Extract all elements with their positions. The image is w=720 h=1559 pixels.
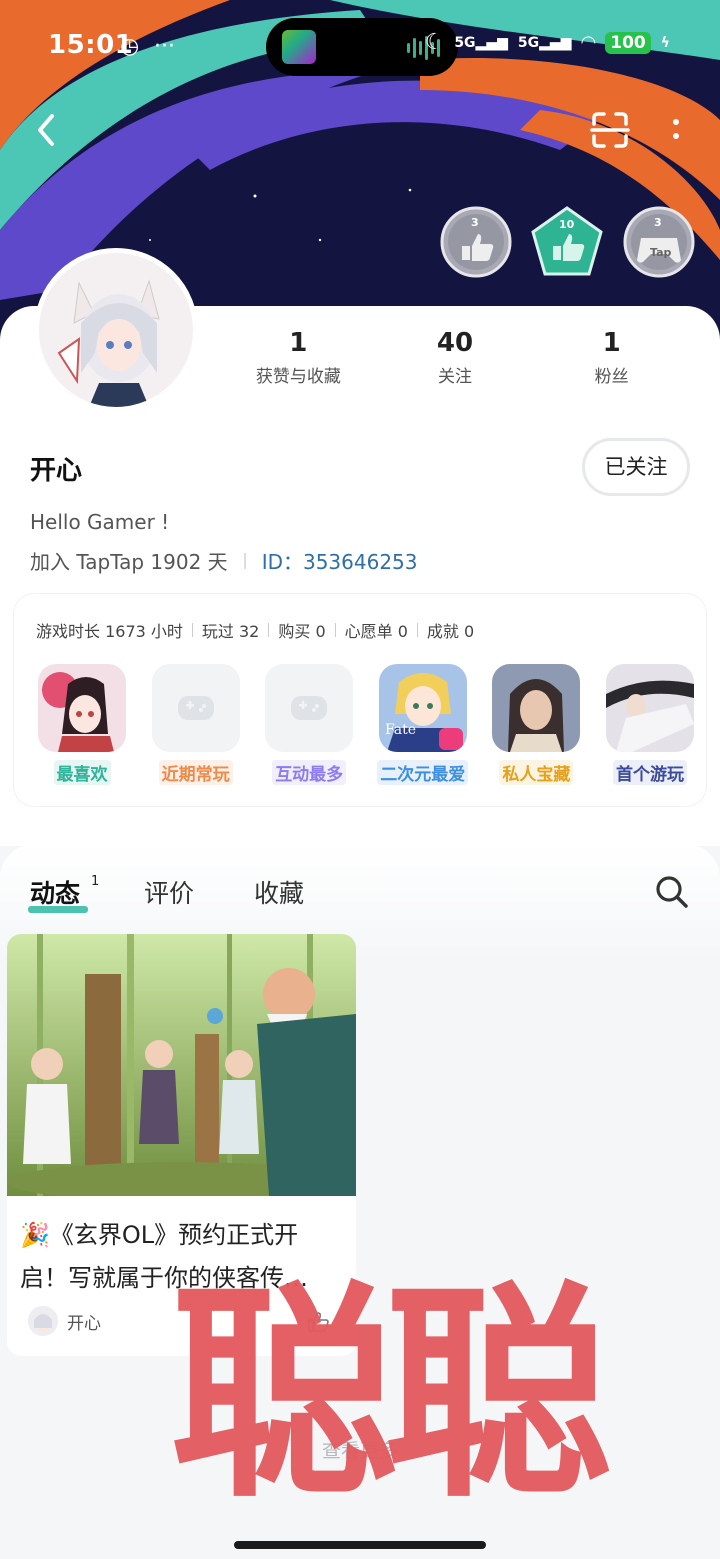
back-button[interactable]: [30, 110, 66, 150]
achievement-badge-2[interactable]: 10: [531, 206, 603, 278]
game-anime-favorite[interactable]: Fate 二次元最爱: [377, 664, 469, 785]
purchased-count[interactable]: 购买 0: [278, 618, 325, 642]
profile-bio: Hello Gamer !: [30, 510, 170, 534]
scan-button[interactable]: [590, 110, 630, 150]
game-first-played[interactable]: 首个游玩: [604, 664, 696, 785]
game-tag: 二次元最爱: [377, 760, 469, 785]
search-icon: [656, 876, 688, 908]
game-interactive[interactable]: 互动最多: [263, 664, 355, 785]
post-image: [7, 934, 356, 1196]
game-tag: 首个游玩: [612, 760, 687, 785]
charging-icon: ϟ: [660, 34, 670, 51]
achievement-badge-3[interactable]: 3 Tap: [623, 206, 695, 278]
divider: [268, 623, 270, 637]
user-id[interactable]: ID：353646253: [262, 546, 418, 575]
stat-followers[interactable]: 1 粉丝: [533, 328, 690, 388]
stat-likes[interactable]: 1 获赞与收藏: [220, 328, 377, 388]
divider: [191, 623, 193, 637]
divider: [243, 552, 246, 569]
tab-feed[interactable]: 动态: [30, 874, 80, 910]
badge-level: 10: [559, 218, 575, 231]
game-tag: 最喜欢: [53, 760, 111, 785]
tab-favorites[interactable]: 收藏: [254, 874, 304, 910]
network-indicator-1: 5G▂▄▆: [454, 34, 508, 51]
stat-label: 粉丝: [594, 367, 629, 387]
game-icon: Fate: [378, 664, 467, 752]
avatar[interactable]: [34, 248, 198, 412]
game-icon: [38, 664, 126, 752]
chevron-left-icon: [38, 114, 54, 146]
post-author[interactable]: 开心: [28, 1306, 101, 1336]
author-name: 开心: [67, 1313, 101, 1334]
badge-level: 3: [471, 216, 479, 229]
game-icon: [492, 664, 581, 752]
gamepad-icon: [265, 664, 354, 752]
wifi-icon: ◠: [581, 32, 596, 53]
join-days: 加入 TapTap 1902 天: [30, 550, 228, 574]
gamepad-icon: [151, 664, 240, 752]
game-tag: 互动最多: [272, 760, 347, 785]
tab-feed-count: 1: [91, 874, 100, 889]
stat-value: 1: [289, 328, 308, 358]
game-tag: 近期常玩: [158, 760, 233, 785]
author-avatar: [28, 1306, 58, 1336]
scan-icon: [590, 112, 630, 148]
achievement-badge-1[interactable]: 3: [440, 206, 512, 278]
game-icon: [605, 664, 694, 752]
status-extra: ···: [154, 34, 175, 59]
badge-text: Tap: [650, 246, 672, 259]
status-right: ☾ 5G▂▄▆ 5G▂▄▆ ◠ 100 ϟ: [425, 30, 670, 55]
played-count[interactable]: 玩过 32: [202, 618, 259, 642]
avatar-image: [39, 253, 193, 407]
game-recent[interactable]: 近期常玩: [150, 664, 242, 785]
stat-following[interactable]: 40 关注: [377, 328, 534, 388]
game-showcase: 最喜欢 近期常玩 互动最多 Fate 二次元最爱 私人宝藏 首个游玩: [36, 664, 696, 785]
playtime[interactable]: 游戏时长 1673 小时: [36, 618, 183, 642]
profile-stats: 1 获赞与收藏 40 关注 1 粉丝: [220, 328, 690, 388]
search-button[interactable]: [654, 874, 690, 910]
thumb-up-badge-icon: [531, 206, 603, 276]
media-thumbnail: [282, 30, 316, 64]
clock-icon: ◷: [120, 34, 140, 59]
game-tag: 私人宝藏: [499, 760, 574, 785]
game-hidden-gem[interactable]: 私人宝藏: [490, 664, 582, 785]
svg-text:Fate: Fate: [385, 722, 416, 738]
game-stats-row: 游戏时长 1673 小时 玩过 32 购买 0 心愿单 0 成就 0: [36, 618, 474, 642]
home-indicator[interactable]: [234, 1541, 486, 1549]
watermark-text: 聪聪: [170, 1260, 612, 1528]
stat-value: 40: [436, 328, 474, 358]
divider: [416, 623, 418, 637]
badge-level: 3: [654, 216, 662, 229]
profile-name: 开心: [30, 456, 83, 486]
stat-label: 获赞与收藏: [255, 367, 341, 387]
profile-join-info: 加入 TapTap 1902 天 ID：353646253: [30, 546, 418, 575]
game-favorite[interactable]: 最喜欢: [36, 664, 128, 785]
stat-value: 1: [602, 328, 621, 358]
wishlist-count[interactable]: 心愿单 0: [345, 618, 408, 642]
network-indicator-2: 5G▂▄▆: [517, 34, 572, 51]
game-summary-card: 游戏时长 1673 小时 玩过 32 购买 0 心愿单 0 成就 0 最喜欢 近…: [14, 594, 706, 806]
stat-label: 关注: [438, 367, 472, 387]
divider: [334, 623, 336, 637]
tab-reviews[interactable]: 评价: [144, 874, 194, 910]
moon-icon: ☾: [424, 30, 445, 55]
achievements-count[interactable]: 成就 0: [427, 618, 474, 642]
battery-indicator: 100: [605, 31, 651, 54]
more-button[interactable]: [664, 112, 688, 148]
follow-button[interactable]: 已关注: [582, 438, 690, 496]
more-vertical-icon: [673, 119, 679, 139]
